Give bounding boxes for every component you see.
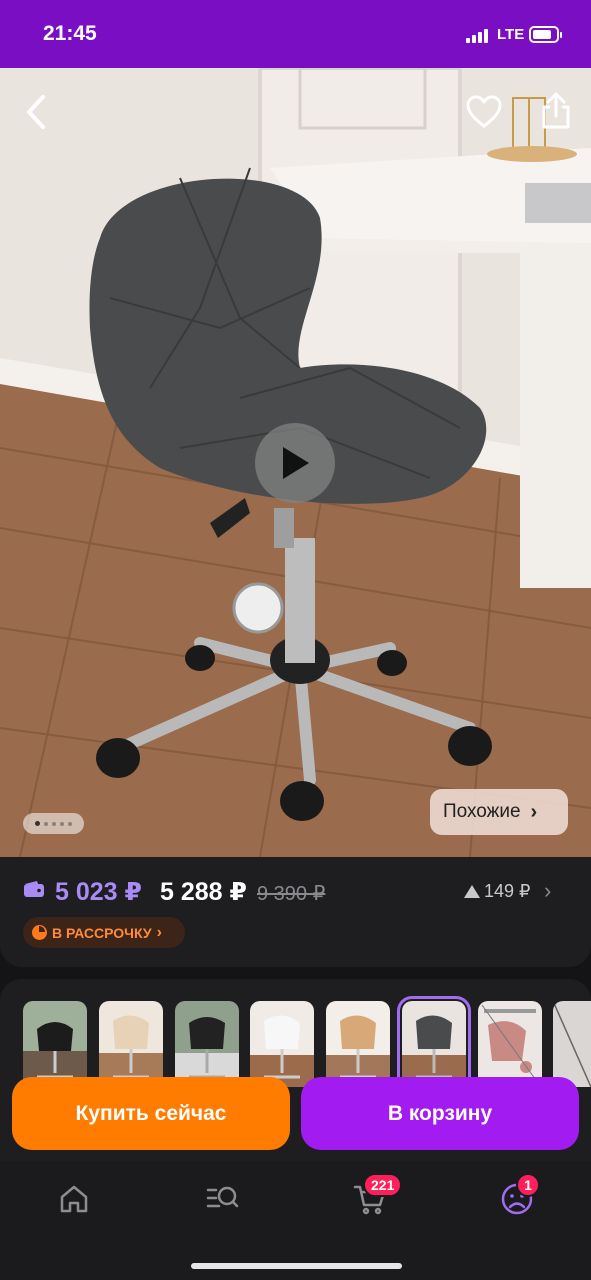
heart-icon bbox=[466, 95, 502, 128]
price-delta: 149 ₽ bbox=[484, 881, 531, 901]
chevron-right-icon[interactable]: › bbox=[544, 878, 551, 904]
buy-now-button[interactable]: Купить сейчас bbox=[12, 1077, 290, 1150]
variant-thumbnail-selected[interactable] bbox=[397, 996, 471, 1092]
tab-profile[interactable]: 1 bbox=[487, 1173, 547, 1221]
status-time: 21:45 bbox=[43, 22, 97, 45]
home-indicator[interactable] bbox=[191, 1263, 402, 1269]
battery-icon bbox=[529, 26, 562, 43]
price-card: 5 023 ₽ 5 288 ₽ 9 390 ₽ 149 ₽ › В РАССРО… bbox=[0, 857, 591, 967]
pagination-dot bbox=[35, 821, 40, 826]
pagination-dot bbox=[60, 821, 64, 826]
old-price: 9 390 ₽ bbox=[257, 883, 326, 905]
variant-thumbnail[interactable] bbox=[175, 1001, 239, 1087]
favorite-button[interactable] bbox=[463, 90, 505, 134]
similar-label: Похожие bbox=[443, 801, 521, 822]
cart-badge: 221 bbox=[363, 1173, 403, 1197]
pagination-dot bbox=[52, 821, 56, 826]
tab-cart[interactable]: 221 bbox=[340, 1173, 403, 1221]
status-bar: 21:45 LTE bbox=[0, 0, 591, 68]
chevron-left-icon bbox=[27, 95, 45, 129]
search-list-icon bbox=[206, 1186, 239, 1208]
main-price: 5 288 ₽ bbox=[160, 878, 247, 906]
wallet-price: 5 023 ₽ bbox=[55, 878, 142, 906]
pagination-dot bbox=[68, 821, 72, 826]
variant-thumbnail[interactable] bbox=[99, 1001, 163, 1087]
installment-button[interactable]: В РАССРОЧКУ › bbox=[23, 917, 185, 948]
installment-label: В РАССРОЧКУ bbox=[52, 924, 152, 941]
share-button[interactable] bbox=[536, 88, 576, 134]
play-video-button[interactable] bbox=[255, 423, 335, 503]
gallery-pagination bbox=[23, 813, 84, 834]
similar-products-button[interactable]: Похожие › bbox=[430, 789, 568, 835]
product-gallery[interactable]: Похожие › bbox=[0, 68, 591, 857]
pie-chart-icon bbox=[32, 925, 47, 940]
share-icon bbox=[542, 92, 570, 129]
triangle-up-icon bbox=[464, 885, 480, 898]
pagination-dot bbox=[44, 821, 48, 826]
tab-home[interactable] bbox=[44, 1177, 104, 1221]
network-type: LTE bbox=[497, 26, 525, 43]
add-to-cart-button[interactable]: В корзину bbox=[301, 1077, 579, 1150]
variant-thumbnail[interactable] bbox=[478, 1001, 542, 1087]
bottom-tab-bar: 221 1 bbox=[0, 1161, 591, 1280]
variant-thumbnail[interactable] bbox=[326, 1001, 390, 1087]
back-button[interactable] bbox=[18, 90, 54, 134]
profile-badge: 1 bbox=[516, 1173, 540, 1197]
home-icon bbox=[60, 1185, 88, 1213]
variant-thumbnail[interactable] bbox=[553, 1001, 591, 1087]
variant-thumbnail[interactable] bbox=[250, 1001, 314, 1087]
wallet-icon bbox=[24, 881, 44, 897]
chevron-right-icon: › bbox=[530, 800, 538, 823]
signal-bars-icon bbox=[466, 29, 488, 43]
tab-catalog[interactable] bbox=[192, 1177, 252, 1221]
price-history-button[interactable]: 149 ₽ bbox=[464, 881, 531, 902]
chevron-right-icon: › bbox=[156, 923, 162, 941]
play-icon bbox=[283, 447, 309, 479]
variant-thumbnail[interactable] bbox=[23, 1001, 87, 1087]
